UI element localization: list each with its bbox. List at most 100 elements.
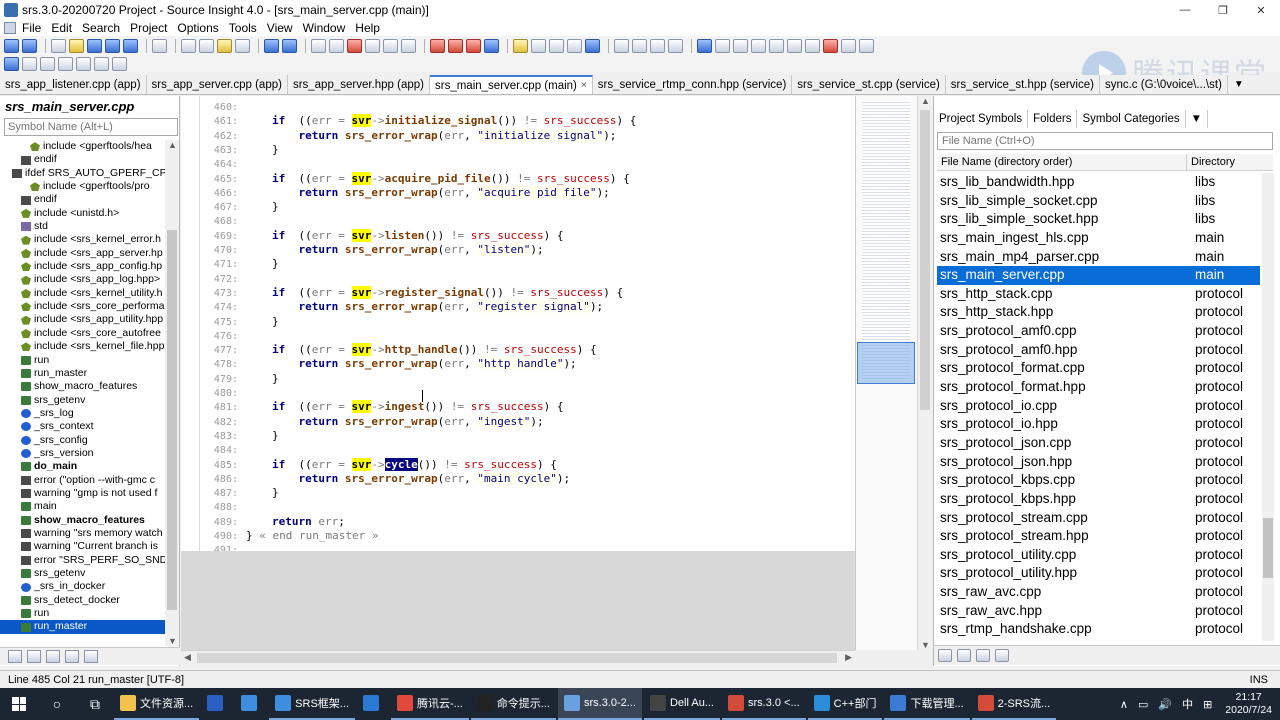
symbol-item[interactable]: _srs_in_docker bbox=[0, 580, 165, 593]
layers-icon[interactable] bbox=[805, 38, 820, 53]
file-list-row[interactable]: srs_raw_avc.hpp protocol bbox=[937, 602, 1260, 621]
code-line[interactable]: 472: bbox=[181, 272, 855, 286]
symbol-item[interactable]: warning "gmp is not used f bbox=[0, 487, 165, 500]
format-c-icon[interactable] bbox=[40, 56, 55, 71]
symbol-item[interactable]: warning "Current branch is bbox=[0, 540, 165, 553]
find-next-icon[interactable] bbox=[329, 38, 344, 53]
close-file-icon[interactable] bbox=[123, 38, 138, 53]
scrollbar-thumb[interactable] bbox=[167, 230, 177, 610]
code-line[interactable]: 488: bbox=[181, 500, 855, 514]
relation-icon[interactable] bbox=[549, 38, 564, 53]
symbol-search-input[interactable] bbox=[4, 118, 178, 136]
minimize-button[interactable]: — bbox=[1166, 0, 1204, 20]
symbol-window-icon[interactable] bbox=[715, 38, 730, 53]
symbol-item[interactable]: _srs_config bbox=[0, 434, 165, 447]
taskbar-app[interactable]: 命令提示... bbox=[470, 688, 556, 720]
format-g-icon[interactable] bbox=[112, 56, 127, 71]
tab-project-symbols[interactable]: Project Symbols bbox=[934, 110, 1029, 128]
save-all-icon[interactable] bbox=[105, 38, 120, 53]
project-file-list[interactable]: srs_lib_bandwidth.hpp libs srs_lib_simple_… bbox=[937, 173, 1260, 641]
taskbar-app[interactable]: 腾讯云-... bbox=[390, 688, 469, 720]
close-window-button[interactable]: ✕ bbox=[1242, 0, 1280, 20]
symbol-item[interactable]: srs_detect_docker bbox=[0, 594, 165, 607]
symbol-item[interactable]: endif bbox=[0, 153, 165, 166]
paste-icon[interactable] bbox=[217, 38, 232, 53]
overview-icon[interactable] bbox=[841, 38, 856, 53]
symbol-item[interactable]: run bbox=[0, 354, 165, 367]
browse-project-icon[interactable] bbox=[513, 38, 528, 53]
list-view-icon[interactable] bbox=[27, 650, 41, 663]
format-d-icon[interactable] bbox=[58, 56, 73, 71]
list-icon[interactable] bbox=[976, 649, 990, 662]
settings-icon[interactable] bbox=[859, 38, 874, 53]
symbol-item[interactable]: include <srs_app_server.hp bbox=[0, 247, 165, 260]
code-line[interactable]: 480: bbox=[181, 386, 855, 400]
project-tab-overflow-icon[interactable]: ▼ bbox=[1186, 110, 1208, 128]
scrollbar-thumb[interactable] bbox=[920, 110, 930, 410]
open-folder-icon[interactable] bbox=[69, 38, 84, 53]
forward-icon[interactable] bbox=[22, 38, 37, 53]
layout-3-icon[interactable] bbox=[650, 38, 665, 53]
menu-tools[interactable]: Tools bbox=[229, 21, 257, 35]
print-icon[interactable] bbox=[152, 38, 167, 53]
file-list-row[interactable]: srs_protocol_format.cpp protocol bbox=[937, 359, 1260, 378]
file-name-search-input[interactable] bbox=[937, 132, 1273, 150]
replace-icon[interactable] bbox=[365, 38, 380, 53]
format-e-icon[interactable] bbox=[76, 56, 91, 71]
project-window-icon[interactable] bbox=[697, 38, 712, 53]
close-tab-icon[interactable]: × bbox=[581, 80, 587, 91]
category-view-icon[interactable] bbox=[46, 650, 60, 663]
taskbar-app[interactable]: Dell Au... bbox=[643, 688, 720, 720]
code-line[interactable]: 469: if ((err = svr->listen()) != srs_suc… bbox=[181, 228, 855, 243]
taskbar-app[interactable] bbox=[357, 688, 389, 720]
tab-sync-c[interactable]: sync.c (G:\0voice\...\st) bbox=[1100, 75, 1228, 94]
code-line[interactable]: 481: if ((err = svr->ingest()) != srs_suc… bbox=[181, 400, 855, 414]
scroll-left-icon[interactable]: ◀ bbox=[184, 652, 191, 663]
gear-icon[interactable] bbox=[995, 649, 1009, 662]
menu-project[interactable]: Project bbox=[130, 21, 167, 35]
sort-alpha-icon[interactable] bbox=[8, 650, 22, 663]
file-list-row[interactable]: srs_http_stack.hpp protocol bbox=[937, 303, 1260, 322]
file-list-row[interactable]: srs_lib_bandwidth.hpp libs bbox=[937, 173, 1260, 192]
search-files-icon[interactable] bbox=[383, 38, 398, 53]
code-line[interactable]: 463:} bbox=[181, 143, 855, 157]
minimap-viewport[interactable] bbox=[857, 342, 915, 384]
file-list-row[interactable]: srs_lib_simple_socket.hpp libs bbox=[937, 210, 1260, 229]
file-list-row[interactable]: srs_protocol_utility.hpp protocol bbox=[937, 564, 1260, 583]
file-list-row[interactable]: srs_protocol_amf0.hpp protocol bbox=[937, 341, 1260, 360]
code-line[interactable]: 479:} bbox=[181, 372, 855, 386]
menu-file[interactable]: File bbox=[22, 21, 41, 35]
code-line[interactable]: 464: bbox=[181, 157, 855, 171]
undo-icon[interactable] bbox=[264, 38, 279, 53]
taskbar-app[interactable]: C++部门 bbox=[807, 688, 883, 720]
input-method-icon[interactable]: 中 bbox=[1182, 696, 1193, 712]
symbol-item[interactable]: warning "srs memory watch bbox=[0, 527, 165, 540]
file-list-row[interactable]: srs_rtmp_handshake.cpp protocol bbox=[937, 620, 1260, 639]
code-line[interactable]: 476: bbox=[181, 329, 855, 343]
code-line[interactable]: 460: bbox=[181, 100, 855, 114]
taskbar-app[interactable]: SRS框架... bbox=[269, 688, 355, 720]
code-line[interactable]: 482: return srs_error_wrap(err, "ingest"… bbox=[181, 414, 855, 429]
file-list-row[interactable]: srs_protocol_amf0.cpp protocol bbox=[937, 322, 1260, 341]
code-line[interactable]: 461: if ((err = svr->initialize_signal())… bbox=[181, 114, 855, 128]
file-list-row[interactable]: srs_raw_avc.cpp protocol bbox=[937, 583, 1260, 602]
symbol-item[interactable]: srs_getenv bbox=[0, 567, 165, 580]
book-icon[interactable] bbox=[65, 650, 79, 663]
file-list-row[interactable]: srs_protocol_kbps.hpp protocol bbox=[937, 490, 1260, 509]
copy-icon[interactable] bbox=[199, 38, 214, 53]
file-list-row[interactable]: srs_protocol_json.hpp protocol bbox=[937, 453, 1260, 472]
file-list-row[interactable]: srs_protocol_io.hpp protocol bbox=[937, 415, 1260, 434]
file-list-row[interactable]: srs_lib_simple_socket.cpp libs bbox=[937, 192, 1260, 211]
code-line[interactable]: 475:} bbox=[181, 315, 855, 329]
bird-icon[interactable] bbox=[823, 38, 838, 53]
code-line[interactable]: 486: return srs_error_wrap(err, "main cy… bbox=[181, 471, 855, 486]
symbol-item[interactable]: run_master bbox=[0, 367, 165, 380]
network-icon[interactable]: ▭ bbox=[1138, 698, 1148, 711]
layout-1-icon[interactable] bbox=[614, 38, 629, 53]
code-line[interactable]: 491: bbox=[181, 543, 855, 551]
format-a-icon[interactable] bbox=[4, 56, 19, 71]
clip-window-icon[interactable] bbox=[769, 38, 784, 53]
column-file-name[interactable]: File Name (directory order) bbox=[937, 154, 1187, 170]
scrollbar-thumb[interactable] bbox=[1263, 518, 1273, 578]
symbol-item[interactable]: show_macro_features bbox=[0, 514, 165, 527]
